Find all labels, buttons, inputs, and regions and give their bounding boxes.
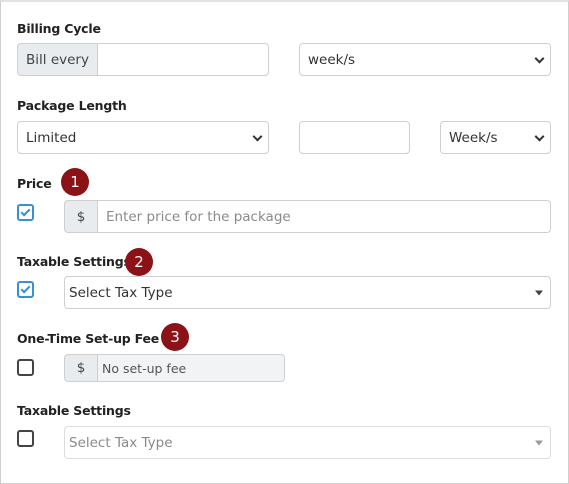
price-checkbox[interactable] xyxy=(17,204,34,221)
billing-cycle-unit-value: week/s xyxy=(308,51,356,68)
package-length-label: Package Length xyxy=(17,98,127,113)
taxable-checkbox-2[interactable] xyxy=(17,430,34,447)
price-input[interactable]: Enter price for the package xyxy=(97,200,551,233)
billing-cycle-input[interactable] xyxy=(97,43,269,76)
package-length-unit-value: Week/s xyxy=(449,129,498,146)
bill-every-addon: Bill every xyxy=(17,43,98,76)
setup-fee-currency-addon: $ xyxy=(64,354,98,382)
package-length-input[interactable] xyxy=(299,121,410,154)
check-icon xyxy=(20,283,31,294)
tax-type-select[interactable]: Select Tax Type xyxy=(64,276,551,309)
caret-down-icon xyxy=(535,440,543,445)
billing-cycle-label: Billing Cycle xyxy=(17,21,101,36)
price-label: Price xyxy=(17,176,52,191)
callout-badge-2: 2 xyxy=(125,248,153,276)
setup-fee-label: One-Time Set-up Fee xyxy=(17,331,160,346)
package-length-unit-select[interactable]: Week/s xyxy=(440,121,551,154)
setup-fee-placeholder: No set-up fee xyxy=(102,360,187,376)
price-currency-addon: $ xyxy=(64,200,98,233)
package-length-type-select[interactable]: Limited xyxy=(17,121,269,154)
price-input-placeholder: Enter price for the package xyxy=(106,208,291,225)
check-icon xyxy=(20,206,31,217)
callout-badge-1: 1 xyxy=(61,168,89,196)
chevron-down-icon xyxy=(534,53,545,64)
tax-type-select-2[interactable]: Select Tax Type xyxy=(64,426,551,459)
billing-cycle-unit-select[interactable]: week/s xyxy=(299,43,551,76)
chevron-down-icon xyxy=(252,131,263,142)
chevron-down-icon xyxy=(534,131,545,142)
caret-down-icon xyxy=(535,290,543,295)
taxable-settings-label-2: Taxable Settings xyxy=(17,403,131,418)
package-settings-panel: Billing Cycle Bill every week/s Package … xyxy=(0,0,569,484)
taxable-settings-label: Taxable Settings xyxy=(17,254,131,269)
tax-type-value-2: Select Tax Type xyxy=(69,434,173,451)
taxable-checkbox[interactable] xyxy=(17,281,34,298)
setup-fee-checkbox[interactable] xyxy=(17,359,34,376)
setup-fee-input[interactable]: No set-up fee xyxy=(97,354,285,382)
callout-badge-3: 3 xyxy=(161,323,189,351)
package-length-type-value: Limited xyxy=(26,129,77,146)
tax-type-value: Select Tax Type xyxy=(69,284,173,301)
